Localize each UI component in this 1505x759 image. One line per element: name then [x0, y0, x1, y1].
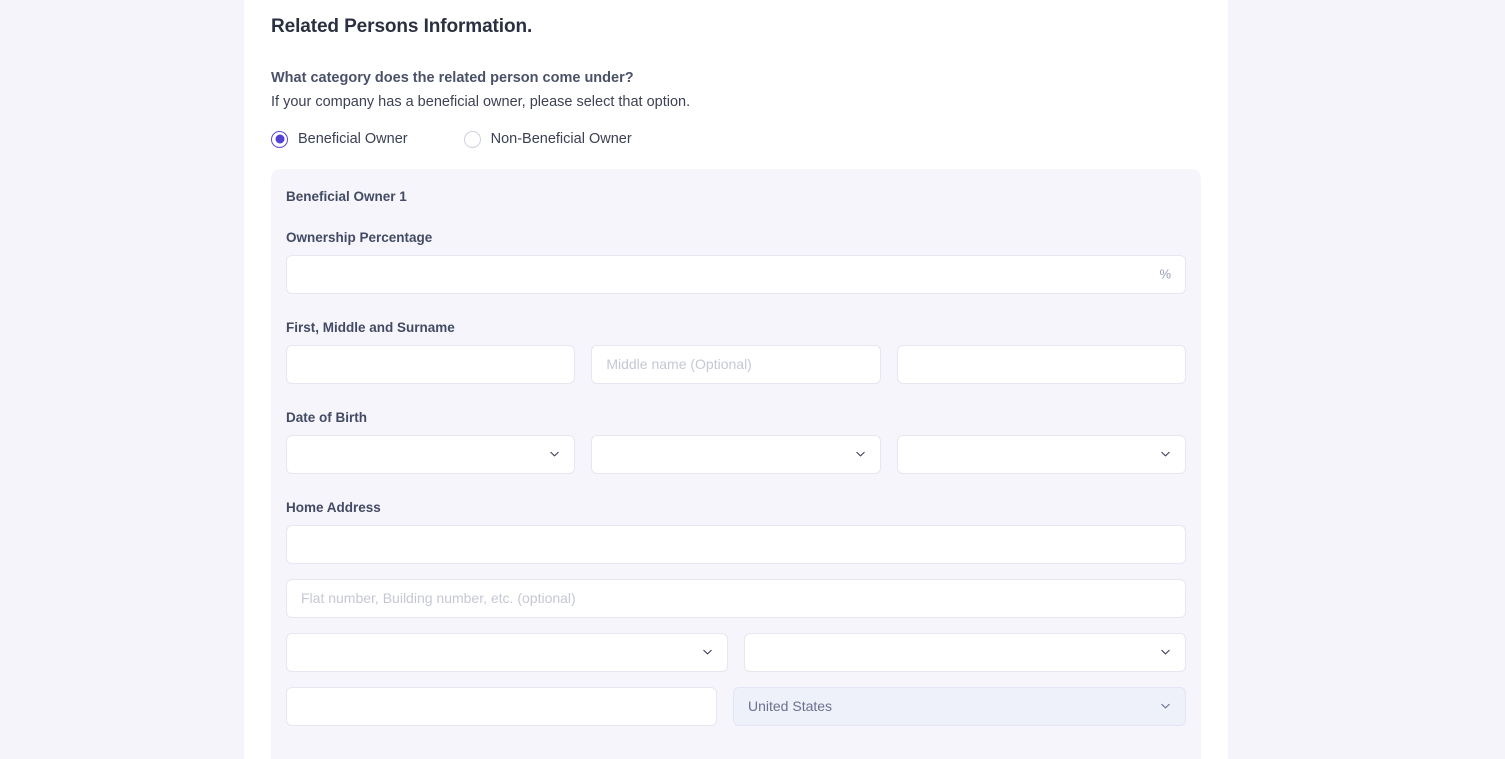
chevron-down-icon	[701, 646, 714, 659]
ownership-percentage-group: Ownership Percentage %	[286, 230, 1186, 294]
address-flat-input[interactable]	[286, 579, 1186, 618]
chevron-down-icon	[854, 448, 867, 461]
ownership-percentage-label: Ownership Percentage	[286, 230, 1186, 245]
dob-year-select[interactable]	[897, 435, 1186, 474]
beneficial-owner-panel-title: Beneficial Owner 1	[286, 189, 1186, 204]
name-group: First, Middle and Surname	[286, 320, 1186, 384]
date-of-birth-group: Date of Birth	[286, 410, 1186, 474]
ownership-percentage-input[interactable]	[286, 255, 1186, 294]
first-name-input[interactable]	[286, 345, 575, 384]
name-label: First, Middle and Surname	[286, 320, 1186, 335]
category-question-help: If your company has a beneficial owner, …	[271, 92, 1201, 114]
chevron-down-icon	[1159, 448, 1172, 461]
home-address-label: Home Address	[286, 500, 1186, 515]
radio-unselected-icon[interactable]	[464, 131, 481, 148]
radio-label-non-beneficial-owner: Non-Beneficial Owner	[491, 131, 632, 147]
radio-selected-icon[interactable]	[271, 131, 288, 148]
dob-day-select[interactable]	[286, 435, 575, 474]
address-city-select[interactable]	[286, 633, 728, 672]
name-fields-row	[286, 345, 1186, 384]
chevron-down-icon	[1159, 700, 1172, 713]
radio-option-non-beneficial-owner[interactable]: Non-Beneficial Owner	[464, 131, 632, 148]
category-radio-group: Beneficial Owner Non-Beneficial Owner	[271, 131, 1201, 148]
ownership-percentage-wrap: %	[286, 255, 1186, 294]
address-postcode-input[interactable]	[286, 687, 717, 726]
dob-month-select[interactable]	[591, 435, 880, 474]
address-city-state-row	[286, 633, 1186, 672]
address-street-input[interactable]	[286, 525, 1186, 564]
chevron-down-icon	[548, 448, 561, 461]
page-root: Related Persons Information. What catego…	[0, 0, 1505, 759]
address-state-select[interactable]	[744, 633, 1186, 672]
beneficial-owner-panel: Beneficial Owner 1 Ownership Percentage …	[271, 169, 1201, 759]
category-question-label: What category does the related person co…	[271, 68, 1201, 89]
address-postcode-country-row: United States	[286, 687, 1186, 726]
page-title: Related Persons Information.	[271, 0, 1201, 38]
chevron-down-icon	[1159, 646, 1172, 659]
category-question-block: What category does the related person co…	[271, 68, 1201, 148]
content-card: Related Persons Information. What catego…	[244, 0, 1228, 759]
surname-input[interactable]	[897, 345, 1186, 384]
date-of-birth-row	[286, 435, 1186, 474]
radio-label-beneficial-owner: Beneficial Owner	[298, 131, 408, 147]
radio-option-beneficial-owner[interactable]: Beneficial Owner	[271, 131, 408, 148]
middle-name-input[interactable]	[591, 345, 880, 384]
home-address-group: Home Address	[286, 500, 1186, 726]
address-country-select[interactable]: United States	[733, 687, 1186, 726]
address-country-value: United States	[748, 698, 832, 714]
address-flat-wrap	[286, 579, 1186, 618]
date-of-birth-label: Date of Birth	[286, 410, 1186, 425]
